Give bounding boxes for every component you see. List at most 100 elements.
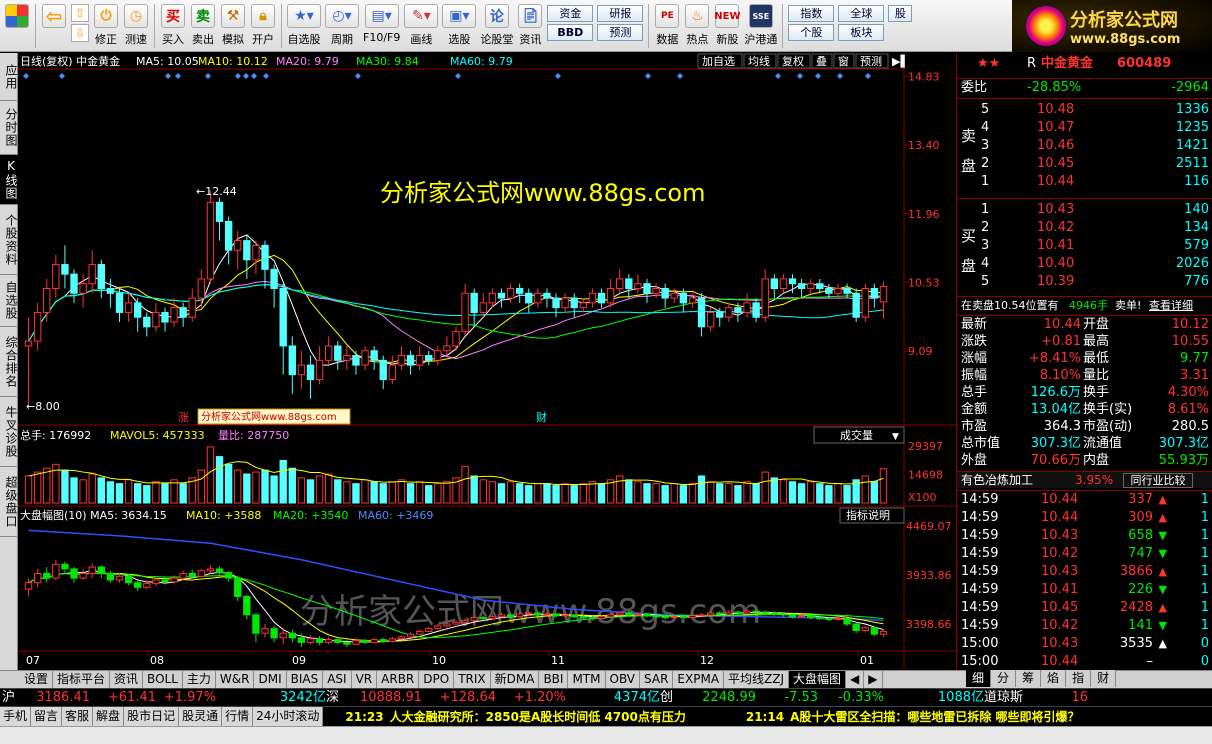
status-button-2[interactable]: 客服 bbox=[62, 707, 94, 726]
left-tab-app[interactable]: 应用 bbox=[0, 53, 18, 101]
app-menu-button[interactable] bbox=[4, 4, 30, 28]
event-diamond-icon[interactable] bbox=[355, 73, 361, 79]
indicator-tab-8[interactable]: ASI bbox=[323, 671, 352, 688]
indicator-tab-20[interactable]: 大盘幅图 bbox=[789, 671, 847, 688]
event-diamond-icon[interactable] bbox=[263, 73, 269, 79]
toolbar-button-f10[interactable]: ▤▾ F10/F9 bbox=[363, 4, 400, 44]
status-button-4[interactable]: 股市日记 bbox=[124, 707, 180, 726]
status-button-6[interactable]: 行情 bbox=[222, 707, 254, 726]
event-diamond-icon[interactable] bbox=[205, 73, 211, 79]
event-diamond-icon[interactable] bbox=[165, 73, 171, 79]
detail-link[interactable]: 查看详细 bbox=[1149, 297, 1193, 314]
news-ticker-2[interactable]: A股十大雷区全扫描：哪些地雷已拆除 哪些即将引爆？ bbox=[790, 708, 1079, 725]
indicator-tab-14[interactable]: BBI bbox=[539, 671, 569, 688]
quote-tab-4[interactable]: 指 bbox=[1066, 670, 1092, 687]
sell-level[interactable]: 1 10.44 116 bbox=[957, 173, 1212, 190]
index-button[interactable]: 指数 bbox=[788, 5, 835, 22]
stock2-button[interactable]: 股 bbox=[888, 5, 913, 22]
left-tab-orderbook[interactable]: 超级盘口 bbox=[0, 467, 18, 537]
sell-level[interactable]: 5 10.48 1336 bbox=[957, 101, 1212, 118]
sell-level[interactable]: 3 10.46 1421 bbox=[957, 137, 1212, 154]
chart-area[interactable]: 日线(复权) 中金黄金 MA5: 10.05 MA10: 10.12 MA20:… bbox=[18, 53, 956, 670]
toolbar-button-buy[interactable]: 买买入 bbox=[160, 4, 186, 47]
event-diamond-icon[interactable] bbox=[235, 73, 241, 79]
toolbar-button-news[interactable]: 📄︎ 资讯 bbox=[517, 4, 543, 47]
industry-compare-button[interactable]: 同行业比较 bbox=[1123, 473, 1193, 488]
toolbar-button-speed[interactable]: ◷ 测速 bbox=[123, 4, 149, 47]
event-diamond-icon[interactable] bbox=[837, 73, 843, 79]
toolbar-button-sell[interactable]: 卖卖出 bbox=[190, 4, 216, 47]
indicator-tab-6[interactable]: DMI bbox=[254, 671, 287, 688]
buy-level[interactable]: 2 10.42 134 bbox=[957, 219, 1212, 236]
toolbar-button-hk-connect[interactable]: SSE 沪港通 bbox=[744, 4, 777, 47]
global-button[interactable]: 全球 bbox=[838, 5, 885, 22]
star-icon[interactable]: ★★ bbox=[977, 54, 1000, 74]
indicator-tab-3[interactable]: BOLL bbox=[143, 671, 183, 688]
indicator-tab-16[interactable]: OBV bbox=[606, 671, 641, 688]
up-arrow-icon[interactable]: ⇧ bbox=[71, 4, 89, 22]
indicator-tab-2[interactable]: 资讯 bbox=[110, 671, 144, 688]
event-diamond-icon[interactable] bbox=[815, 73, 821, 79]
left-tab-profile[interactable]: 个股资料 bbox=[0, 205, 18, 275]
status-button-0[interactable]: 手机 bbox=[0, 707, 32, 726]
event-diamond-icon[interactable] bbox=[59, 73, 65, 79]
quote-tab-3[interactable]: 焰 bbox=[1041, 670, 1067, 687]
event-diamond-icon[interactable] bbox=[555, 73, 561, 79]
left-tab-kline[interactable]: K线图 bbox=[0, 155, 18, 205]
toolbar-button-ipo[interactable]: NEW 新股 bbox=[714, 4, 740, 47]
toolbar-button-fix[interactable]: ⏻ 修正 bbox=[93, 4, 119, 47]
toolbar-button-draw[interactable]: ✎▾ 画线 bbox=[404, 4, 439, 47]
tab-scroll-left-icon[interactable]: ◀ bbox=[846, 671, 865, 688]
event-diamond-icon[interactable] bbox=[251, 73, 257, 79]
status-button-5[interactable]: 股灵通 bbox=[179, 707, 223, 726]
event-diamond-icon[interactable] bbox=[865, 73, 871, 79]
back-button[interactable]: ⇦ bbox=[41, 4, 67, 28]
indicator-tab-10[interactable]: ARBR bbox=[377, 671, 420, 688]
indicator-tab-1[interactable]: 指标平台 bbox=[53, 671, 111, 688]
event-diamond-icon[interactable] bbox=[677, 73, 683, 79]
sector-button[interactable]: 板块 bbox=[838, 24, 885, 41]
kline-chart[interactable]: 日线(复权) 中金黄金 MA5: 10.05 MA10: 10.12 MA20:… bbox=[18, 53, 956, 670]
fund-button[interactable]: 资金 bbox=[547, 5, 594, 22]
event-diamond-icon[interactable] bbox=[645, 73, 651, 79]
indicator-tab-18[interactable]: EXPMA bbox=[673, 671, 725, 688]
sell-level[interactable]: 2 10.45 2511 bbox=[957, 155, 1212, 172]
buy-level[interactable]: 1 10.43 140 bbox=[957, 201, 1212, 218]
indicator-tab-9[interactable]: VR bbox=[352, 671, 378, 688]
toolbar-button-hot[interactable]: ♨ 热点 bbox=[684, 4, 710, 47]
event-diamond-icon[interactable] bbox=[797, 73, 803, 79]
status-button-1[interactable]: 留言 bbox=[31, 707, 63, 726]
tab-scroll-right-icon[interactable]: ▶ bbox=[864, 671, 883, 688]
left-tab-diagnosis[interactable]: 牛叉诊股 bbox=[0, 397, 18, 467]
quote-tab-5[interactable]: 财 bbox=[1091, 670, 1117, 687]
status-button-3[interactable]: 解盘 bbox=[93, 707, 125, 726]
bbd-button[interactable]: BBD bbox=[547, 24, 594, 41]
toolbar-button-data[interactable]: PE 数据 bbox=[654, 4, 680, 47]
down-arrow-icon[interactable]: ⇩ bbox=[71, 24, 89, 42]
toolbar-button-period[interactable]: ◴▾ 周期 bbox=[325, 4, 359, 47]
window-scrollbar[interactable] bbox=[0, 726, 1212, 744]
quote-tab-2[interactable]: 筹 bbox=[1016, 670, 1042, 687]
left-tab-intraday[interactable]: 分时图 bbox=[0, 101, 18, 155]
event-diamond-icon[interactable] bbox=[455, 73, 461, 79]
indicator-tab-13[interactable]: 新DMA bbox=[491, 671, 540, 688]
event-diamond-icon[interactable] bbox=[243, 73, 249, 79]
event-diamond-icon[interactable] bbox=[775, 73, 781, 79]
toolbar-button-forum[interactable]: 论论股堂 bbox=[480, 4, 513, 47]
indicator-tab-19[interactable]: 平均线ZZJ bbox=[724, 671, 790, 688]
indicator-tab-11[interactable]: DPO bbox=[419, 671, 455, 688]
indicator-tab-7[interactable]: BIAS bbox=[287, 671, 324, 688]
indicator-tab-12[interactable]: TRIX bbox=[454, 671, 491, 688]
stock-button[interactable]: 个股 bbox=[788, 24, 835, 41]
toolbar-button-simulate[interactable]: ⚒ 模拟 bbox=[220, 4, 246, 47]
report-button[interactable]: 研报 bbox=[597, 5, 644, 22]
buy-level[interactable]: 3 10.41 579 bbox=[957, 237, 1212, 254]
indicator-tab-5[interactable]: W&R bbox=[216, 671, 255, 688]
panel-toggle-icon[interactable]: ▶▌ bbox=[892, 54, 909, 68]
news-ticker-1[interactable]: 人大金融研究所：2850是A股长时间低 4700点有压力 bbox=[390, 708, 686, 725]
forecast-button[interactable]: 预测 bbox=[597, 24, 644, 41]
indicator-tab-4[interactable]: 主力 bbox=[183, 671, 216, 688]
status-button-7[interactable]: 24小时滚动 bbox=[253, 707, 324, 726]
toolbar-button-pick[interactable]: ▣▾ 选股 bbox=[442, 4, 477, 47]
buy-level[interactable]: 4 10.40 2026 bbox=[957, 255, 1212, 272]
